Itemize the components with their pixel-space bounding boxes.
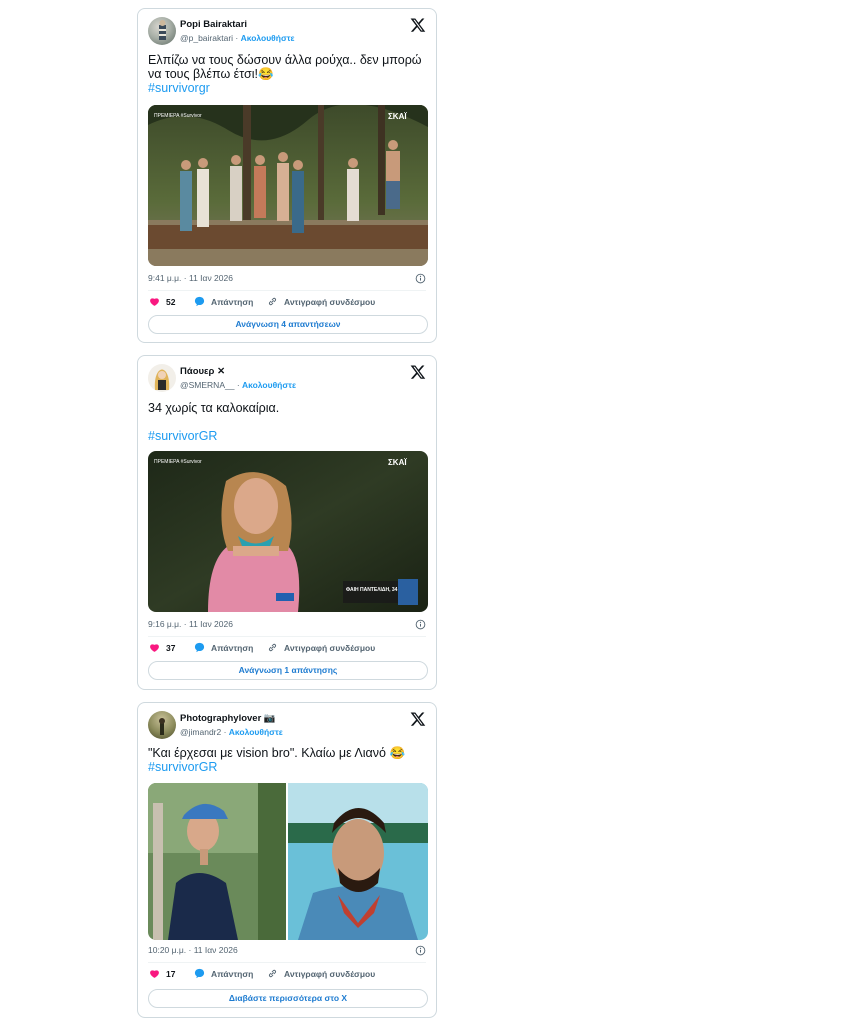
copy-link-button[interactable]: Αντιγραφή συνδέσμου (267, 642, 375, 653)
copy-link-label: Αντιγραφή συνδέσμου (284, 296, 376, 307)
reply-bubble-icon (194, 642, 205, 653)
copy-link-label: Αντιγραφή συνδέσμου (284, 642, 376, 653)
photo-contestant: ΦΑΙΗ ΠΑΝΤΕΛΙΔΗ, 34 ΠΡΕΜΙΕΡΑ #Survivor ΣΚ… (148, 451, 428, 612)
user-handle: @jimandr2 · Ακολουθήστε (180, 727, 283, 737)
tweet-text-line: 34 χωρίς τα καλοκαίρια. (148, 401, 280, 415)
link-icon (267, 296, 278, 307)
read-more-on-x-button[interactable]: Διαβάστε περισσότερα στο X (148, 989, 428, 1008)
tweet-text: "Και έρχεσαι με vision bro". Κλαίω με Λι… (148, 746, 426, 774)
heart-icon (149, 642, 160, 653)
handle-text[interactable]: @jimandr2 (180, 727, 221, 737)
link-icon (267, 642, 278, 653)
timestamp-link[interactable]: 9:41 μ.μ. · 11 Ιαν 2026 (148, 273, 233, 283)
like-button[interactable]: 37 (149, 642, 175, 653)
avatar[interactable] (148, 17, 176, 45)
tweet-photo[interactable]: ΠΡΕΜΙΕΡΑ #Survivor ΣΚΑΪ (148, 105, 428, 266)
reply-button[interactable]: Απάντηση (194, 968, 253, 979)
handle-text[interactable]: @SMERNA__ (180, 380, 234, 390)
tweet-card[interactable]: Popi Bairaktari @p_bairaktari · Ακολουθή… (137, 8, 437, 343)
tweet-card[interactable]: Πάουερ ✕ @SMERNA__ · Ακολουθήστε 34 χωρί… (137, 355, 437, 690)
avatar[interactable] (148, 364, 176, 392)
handle-text[interactable]: @p_bairaktari (180, 33, 233, 43)
reply-button[interactable]: Απάντηση (194, 296, 253, 307)
info-icon[interactable] (415, 619, 426, 630)
display-name[interactable]: Photographylover 📷 (180, 713, 276, 724)
tweet-header: Photographylover 📷 @jimandr2 · Ακολουθήσ… (148, 711, 426, 741)
user-handle: @SMERNA__ · Ακολουθήστε (180, 380, 296, 390)
reply-label: Απάντηση (211, 296, 254, 307)
tweet-card[interactable]: Photographylover 📷 @jimandr2 · Ακολουθήσ… (137, 702, 437, 1018)
divider (148, 962, 426, 963)
tweet-text: 34 χωρίς τα καλοκαίρια. #survivorGR (148, 401, 426, 443)
like-button[interactable]: 52 (149, 296, 175, 307)
follow-link[interactable]: Ακολουθήστε (242, 380, 296, 390)
tweet-photo[interactable] (148, 783, 428, 940)
copy-link-button[interactable]: Αντιγραφή συνδέσμου (267, 296, 375, 307)
info-icon[interactable] (415, 273, 426, 284)
divider (148, 636, 426, 637)
timestamp-link[interactable]: 10:20 μ.μ. · 11 Ιαν 2026 (148, 945, 238, 955)
reply-bubble-icon (194, 296, 205, 307)
read-replies-button[interactable]: Ανάγνωση 4 απαντήσεων (148, 315, 428, 334)
hashtag-link[interactable]: #survivorgr (148, 81, 426, 95)
user-handle: @p_bairaktari · Ακολουθήστε (180, 33, 295, 43)
tweet-text-line: Ελπίζω να τους δώσουν άλλα ρούχα.. δεν μ… (148, 53, 422, 67)
divider (148, 290, 426, 291)
display-name[interactable]: Popi Bairaktari (180, 19, 247, 30)
tweet-meta: 9:41 μ.μ. · 11 Ιαν 2026 (148, 273, 426, 287)
follow-link[interactable]: Ακολουθήστε (229, 727, 283, 737)
photo-split-two-men (148, 783, 428, 940)
tweet-meta: 9:16 μ.μ. · 11 Ιαν 2026 (148, 619, 426, 633)
tweet-text: Ελπίζω να τους δώσουν άλλα ρούχα.. δεν μ… (148, 53, 426, 95)
reply-bubble-icon (194, 968, 205, 979)
reply-label: Απάντηση (211, 642, 254, 653)
reply-button[interactable]: Απάντηση (194, 642, 253, 653)
tweet-text-line: "Και έρχεσαι με vision bro". Κλαίω με Λι… (148, 746, 406, 760)
tweet-header: Πάουερ ✕ @SMERNA__ · Ακολουθήστε (148, 364, 426, 394)
photo-jungle-group: ΠΡΕΜΙΕΡΑ #Survivor ΣΚΑΪ (148, 105, 428, 266)
action-bar: 52 Απάντηση Αντιγραφή συνδέσμου (148, 296, 426, 312)
lower-third-name: ΦΑΙΗ ΠΑΝΤΕΛΙΔΗ, 34 (346, 587, 398, 593)
tweet-photo[interactable]: ΦΑΙΗ ΠΑΝΤΕΛΙΔΗ, 34 ΠΡΕΜΙΕΡΑ #Survivor ΣΚ… (148, 451, 428, 612)
heart-icon (149, 296, 160, 307)
like-count: 17 (166, 968, 176, 979)
copy-link-label: Αντιγραφή συνδέσμου (284, 968, 376, 979)
avatar[interactable] (148, 711, 176, 739)
link-icon (267, 968, 278, 979)
channel-logo: ΣΚΑΪ (388, 112, 407, 121)
display-name: Πάουερ ✕ (180, 366, 225, 377)
tweet-meta: 10:20 μ.μ. · 11 Ιαν 2026 (148, 945, 426, 959)
hashtag-link[interactable]: #survivorGR (148, 760, 426, 774)
display-name-text[interactable]: Πάουερ (180, 366, 214, 377)
channel-logo: ΣΚΑΪ (388, 458, 407, 467)
tweet-header: Popi Bairaktari @p_bairaktari · Ακολουθή… (148, 17, 426, 47)
action-bar: 17 Απάντηση Αντιγραφή συνδέσμου (148, 968, 426, 984)
hashtag-link[interactable]: #survivorGR (148, 429, 426, 443)
x-logo-icon[interactable] (410, 711, 426, 727)
x-logo-icon[interactable] (410, 17, 426, 33)
copy-link-button[interactable]: Αντιγραφή συνδέσμου (267, 968, 375, 979)
photo-caption: ΠΡΕΜΙΕΡΑ #Survivor (154, 459, 202, 465)
x-logo-icon[interactable] (410, 364, 426, 380)
like-button[interactable]: 17 (149, 968, 175, 979)
timestamp-link[interactable]: 9:16 μ.μ. · 11 Ιαν 2026 (148, 619, 233, 629)
name-badge: ✕ (217, 366, 226, 377)
info-icon[interactable] (415, 945, 426, 956)
like-count: 52 (166, 296, 176, 307)
read-replies-button[interactable]: Ανάγνωση 1 απάντησης (148, 661, 428, 680)
like-count: 37 (166, 642, 176, 653)
photo-caption: ΠΡΕΜΙΕΡΑ #Survivor (154, 113, 202, 119)
heart-icon (149, 968, 160, 979)
reply-label: Απάντηση (211, 968, 254, 979)
follow-link[interactable]: Ακολουθήστε (241, 33, 295, 43)
action-bar: 37 Απάντηση Αντιγραφή συνδέσμου (148, 642, 426, 658)
tweet-text-line: να τους βλέπω έτσι!😂 (148, 67, 274, 81)
